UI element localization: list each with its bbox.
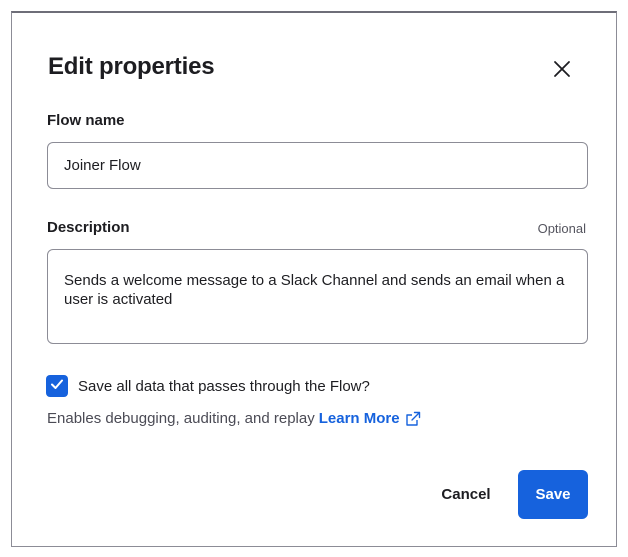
description-value: Sends a welcome message to a Slack Chann… — [64, 272, 565, 308]
description-label: Description — [47, 219, 130, 236]
help-text: Enables debugging, auditing, and replay — [47, 410, 315, 427]
learn-more-link[interactable]: Learn More — [319, 410, 421, 427]
external-link-icon — [405, 411, 421, 427]
cancel-button[interactable]: Cancel — [430, 471, 502, 517]
edit-properties-dialog: Edit properties Flow name Joiner Flow De… — [11, 11, 617, 547]
dialog-title: Edit properties — [48, 53, 215, 80]
learn-more-label: Learn More — [318, 410, 400, 427]
flow-name-label: Flow name — [47, 112, 125, 129]
flow-name-input[interactable]: Joiner Flow — [47, 142, 588, 189]
save-data-option: Save all data that passes through the Fl… — [46, 375, 370, 397]
optional-label: Optional — [537, 221, 586, 236]
save-button[interactable]: Save — [518, 470, 588, 519]
checkmark-icon — [50, 377, 64, 396]
save-data-label: Save all data that passes through the Fl… — [78, 377, 370, 395]
close-icon — [552, 59, 572, 84]
save-data-checkbox[interactable] — [46, 375, 68, 397]
flow-name-value: Joiner Flow — [64, 157, 141, 174]
close-button[interactable] — [548, 57, 576, 85]
save-data-help: Enables debugging, auditing, and replay … — [47, 410, 421, 427]
description-textarea[interactable]: Sends a welcome message to a Slack Chann… — [47, 249, 588, 344]
